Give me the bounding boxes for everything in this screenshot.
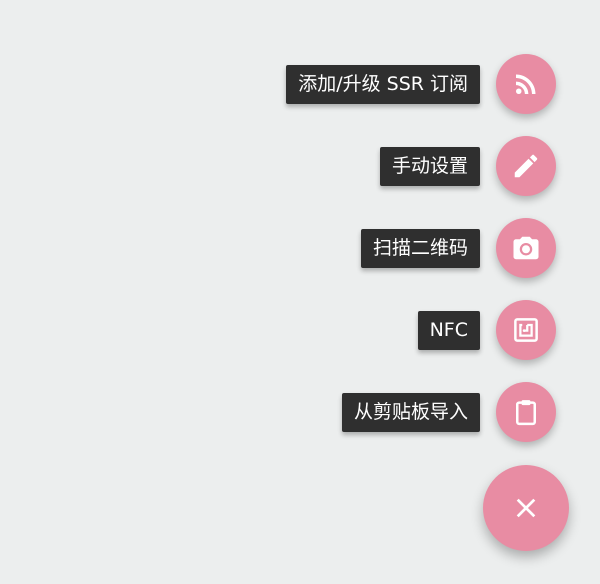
pencil-icon <box>514 154 538 178</box>
import-from-clipboard-button[interactable] <box>496 382 556 442</box>
manual-settings-button[interactable] <box>496 136 556 196</box>
fab-item-label[interactable]: 添加/升级 SSR 订阅 <box>286 64 480 104</box>
close-icon <box>516 498 536 518</box>
fab-item-label[interactable]: NFC <box>417 310 480 350</box>
fab-item-add-ssr-subscription[interactable]: 添加/升级 SSR 订阅 <box>286 54 556 114</box>
fab-item-label[interactable]: 从剪贴板导入 <box>341 392 480 432</box>
fab-item-manual-settings[interactable]: 手动设置 <box>379 136 556 196</box>
clipboard-icon <box>516 400 536 426</box>
nfc-button[interactable] <box>496 300 556 360</box>
camera-icon <box>513 236 539 260</box>
fab-item-import-from-clipboard[interactable]: 从剪贴板导入 <box>341 382 556 442</box>
fab-item-nfc[interactable]: NFC <box>417 300 556 360</box>
add-ssr-subscription-button[interactable] <box>496 54 556 114</box>
fab-speed-dial-menu: 添加/升级 SSR 订阅 手动设置 扫描二维码 NFC 从剪贴板导入 <box>0 0 600 584</box>
close-fab-button[interactable] <box>483 465 569 551</box>
scan-qr-code-button[interactable] <box>496 218 556 278</box>
rss-feed-icon <box>516 74 536 94</box>
fab-item-label[interactable]: 扫描二维码 <box>360 228 480 268</box>
fab-item-label[interactable]: 手动设置 <box>379 146 480 186</box>
nfc-icon <box>514 318 538 342</box>
fab-item-scan-qr-code[interactable]: 扫描二维码 <box>360 218 556 278</box>
